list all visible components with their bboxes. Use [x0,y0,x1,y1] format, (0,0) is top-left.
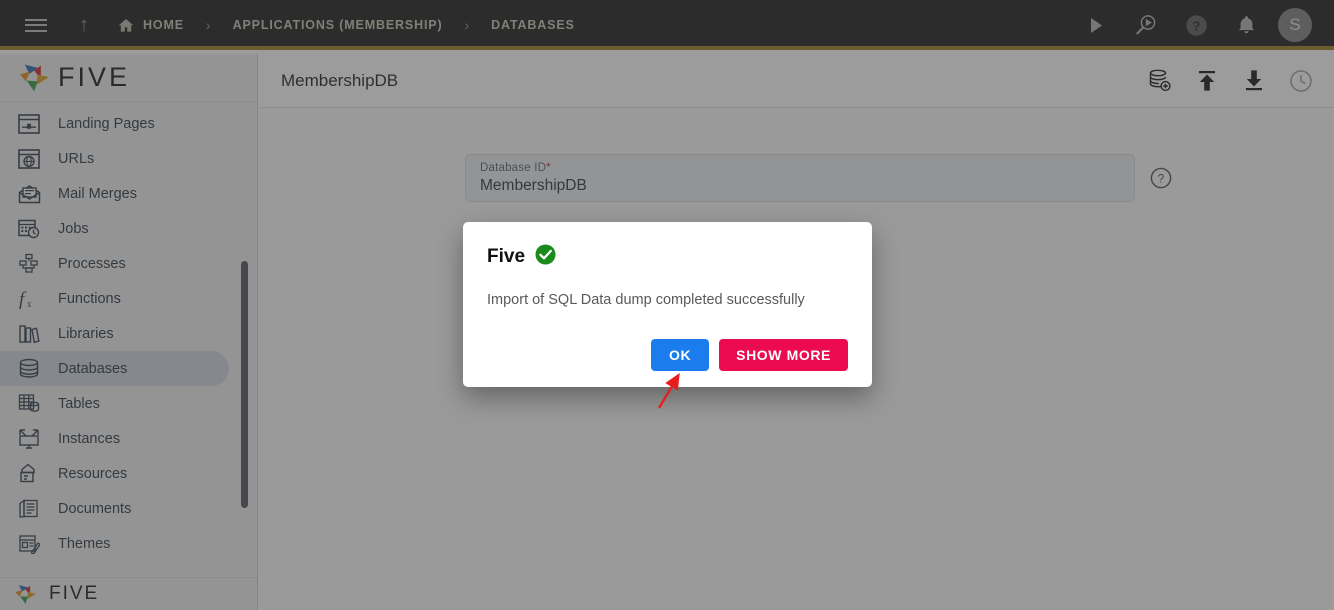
success-check-icon [535,244,556,270]
ok-button[interactable]: OK [651,339,710,371]
app-root: ↑ HOME › APPLICATIONS (MEMBERSHIP) › DAT… [0,0,1334,610]
dialog-header: Five [487,244,848,270]
dialog-message: Import of SQL Data dump completed succes… [487,292,805,308]
show-more-button[interactable]: SHOW MORE [719,339,848,371]
success-dialog: Five Import of SQL Data dump completed s… [463,222,872,387]
dialog-title: Five [487,246,526,267]
dialog-actions: OK SHOW MORE [651,339,848,371]
